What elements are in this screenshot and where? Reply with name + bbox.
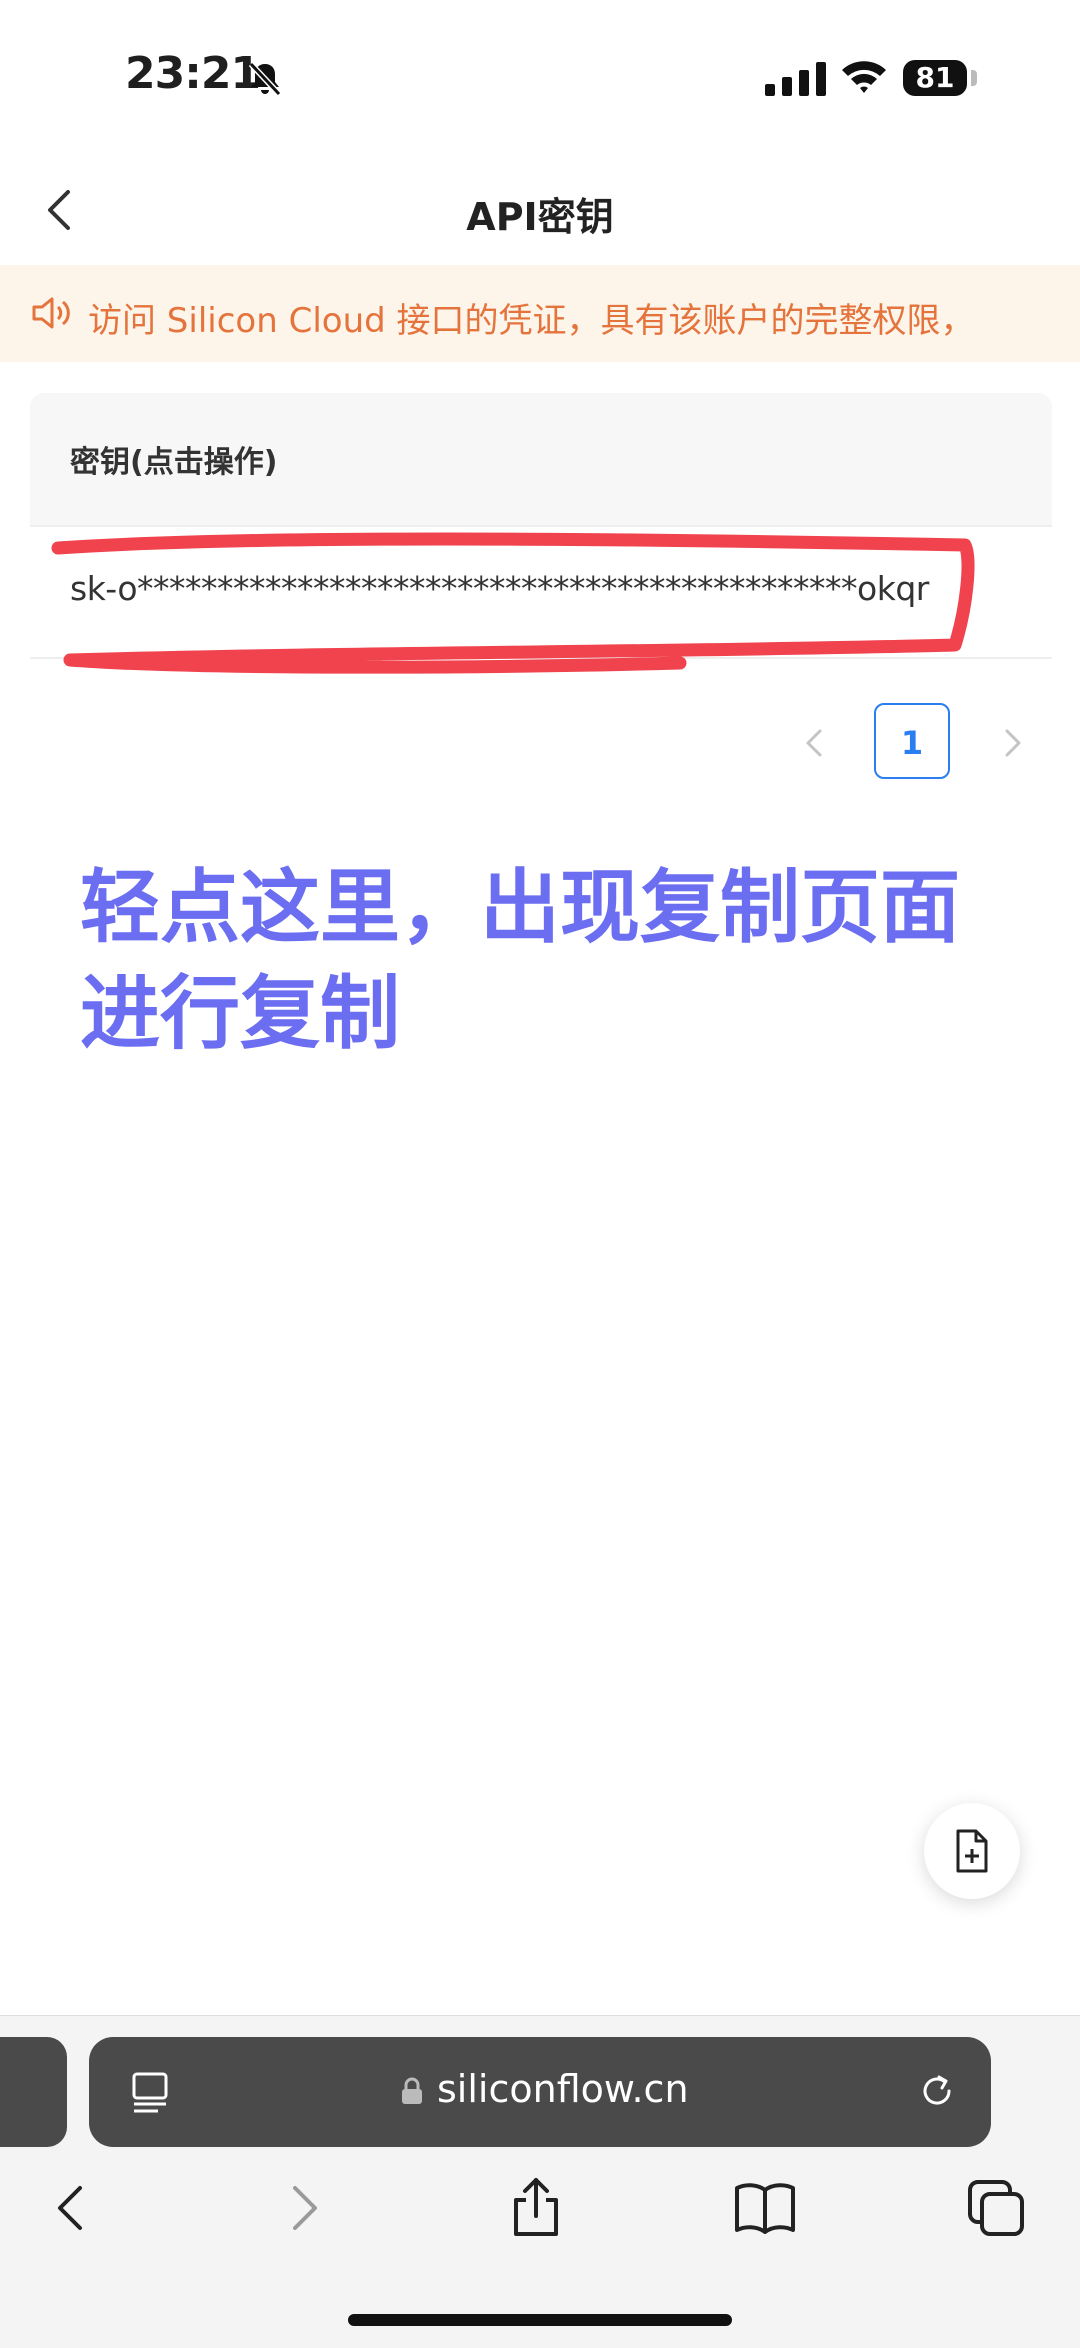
pagination-prev-icon[interactable] bbox=[800, 725, 830, 761]
wifi-icon bbox=[842, 61, 886, 93]
new-document-button[interactable] bbox=[924, 1803, 1020, 1899]
home-indicator bbox=[348, 2314, 732, 2326]
bookmarks-icon[interactable] bbox=[733, 2180, 797, 2236]
table-row[interactable]: sk-o************************************… bbox=[30, 527, 1052, 657]
battery-indicator: 81 bbox=[903, 60, 967, 96]
lock-icon bbox=[402, 2077, 422, 2104]
page-title: API密钥 bbox=[466, 195, 614, 239]
cellular-signal-icon bbox=[765, 62, 826, 96]
api-key-value[interactable]: sk-o************************************… bbox=[70, 569, 929, 608]
previous-tab-preview[interactable] bbox=[0, 2037, 67, 2147]
api-key-table: 密钥(点击操作) sk-o***************************… bbox=[30, 393, 1052, 661]
browser-forward-icon[interactable] bbox=[285, 2182, 325, 2234]
status-time: 23:21 bbox=[125, 48, 261, 99]
notice-banner: 访问 Silicon Cloud 接口的凭证，具有该账户的完整权限， bbox=[0, 265, 1080, 362]
pagination-next-icon[interactable] bbox=[997, 725, 1027, 761]
file-plus-icon bbox=[956, 1829, 988, 1873]
reader-mode-icon[interactable] bbox=[130, 2070, 170, 2114]
battery-tip bbox=[971, 70, 977, 86]
url-text[interactable]: siliconflow.cn bbox=[437, 2067, 689, 2111]
divider bbox=[30, 657, 1052, 659]
column-header-key: 密钥(点击操作) bbox=[70, 445, 278, 480]
notice-text: 访问 Silicon Cloud 接口的凭证，具有该账户的完整权限， bbox=[88, 301, 975, 341]
annotation-line-2: 进行复制 bbox=[80, 967, 400, 1060]
status-bar: 23:21 81 bbox=[0, 0, 1080, 150]
page-header: API密钥 bbox=[0, 150, 1080, 265]
tabs-overview-icon[interactable] bbox=[966, 2178, 1026, 2238]
bell-muted-icon bbox=[248, 61, 282, 97]
share-icon[interactable] bbox=[508, 2176, 564, 2240]
pagination-current-page[interactable]: 1 bbox=[874, 703, 950, 779]
browser-back-icon[interactable] bbox=[50, 2182, 90, 2234]
speaker-icon bbox=[32, 297, 70, 329]
table-header: 密钥(点击操作) bbox=[30, 393, 1052, 525]
annotation-line-1: 轻点这里，出现复制页面 bbox=[80, 861, 960, 954]
reload-icon[interactable] bbox=[915, 2069, 959, 2113]
annotation-text: 轻点这里，出现复制页面 进行复制 bbox=[80, 855, 1020, 1067]
